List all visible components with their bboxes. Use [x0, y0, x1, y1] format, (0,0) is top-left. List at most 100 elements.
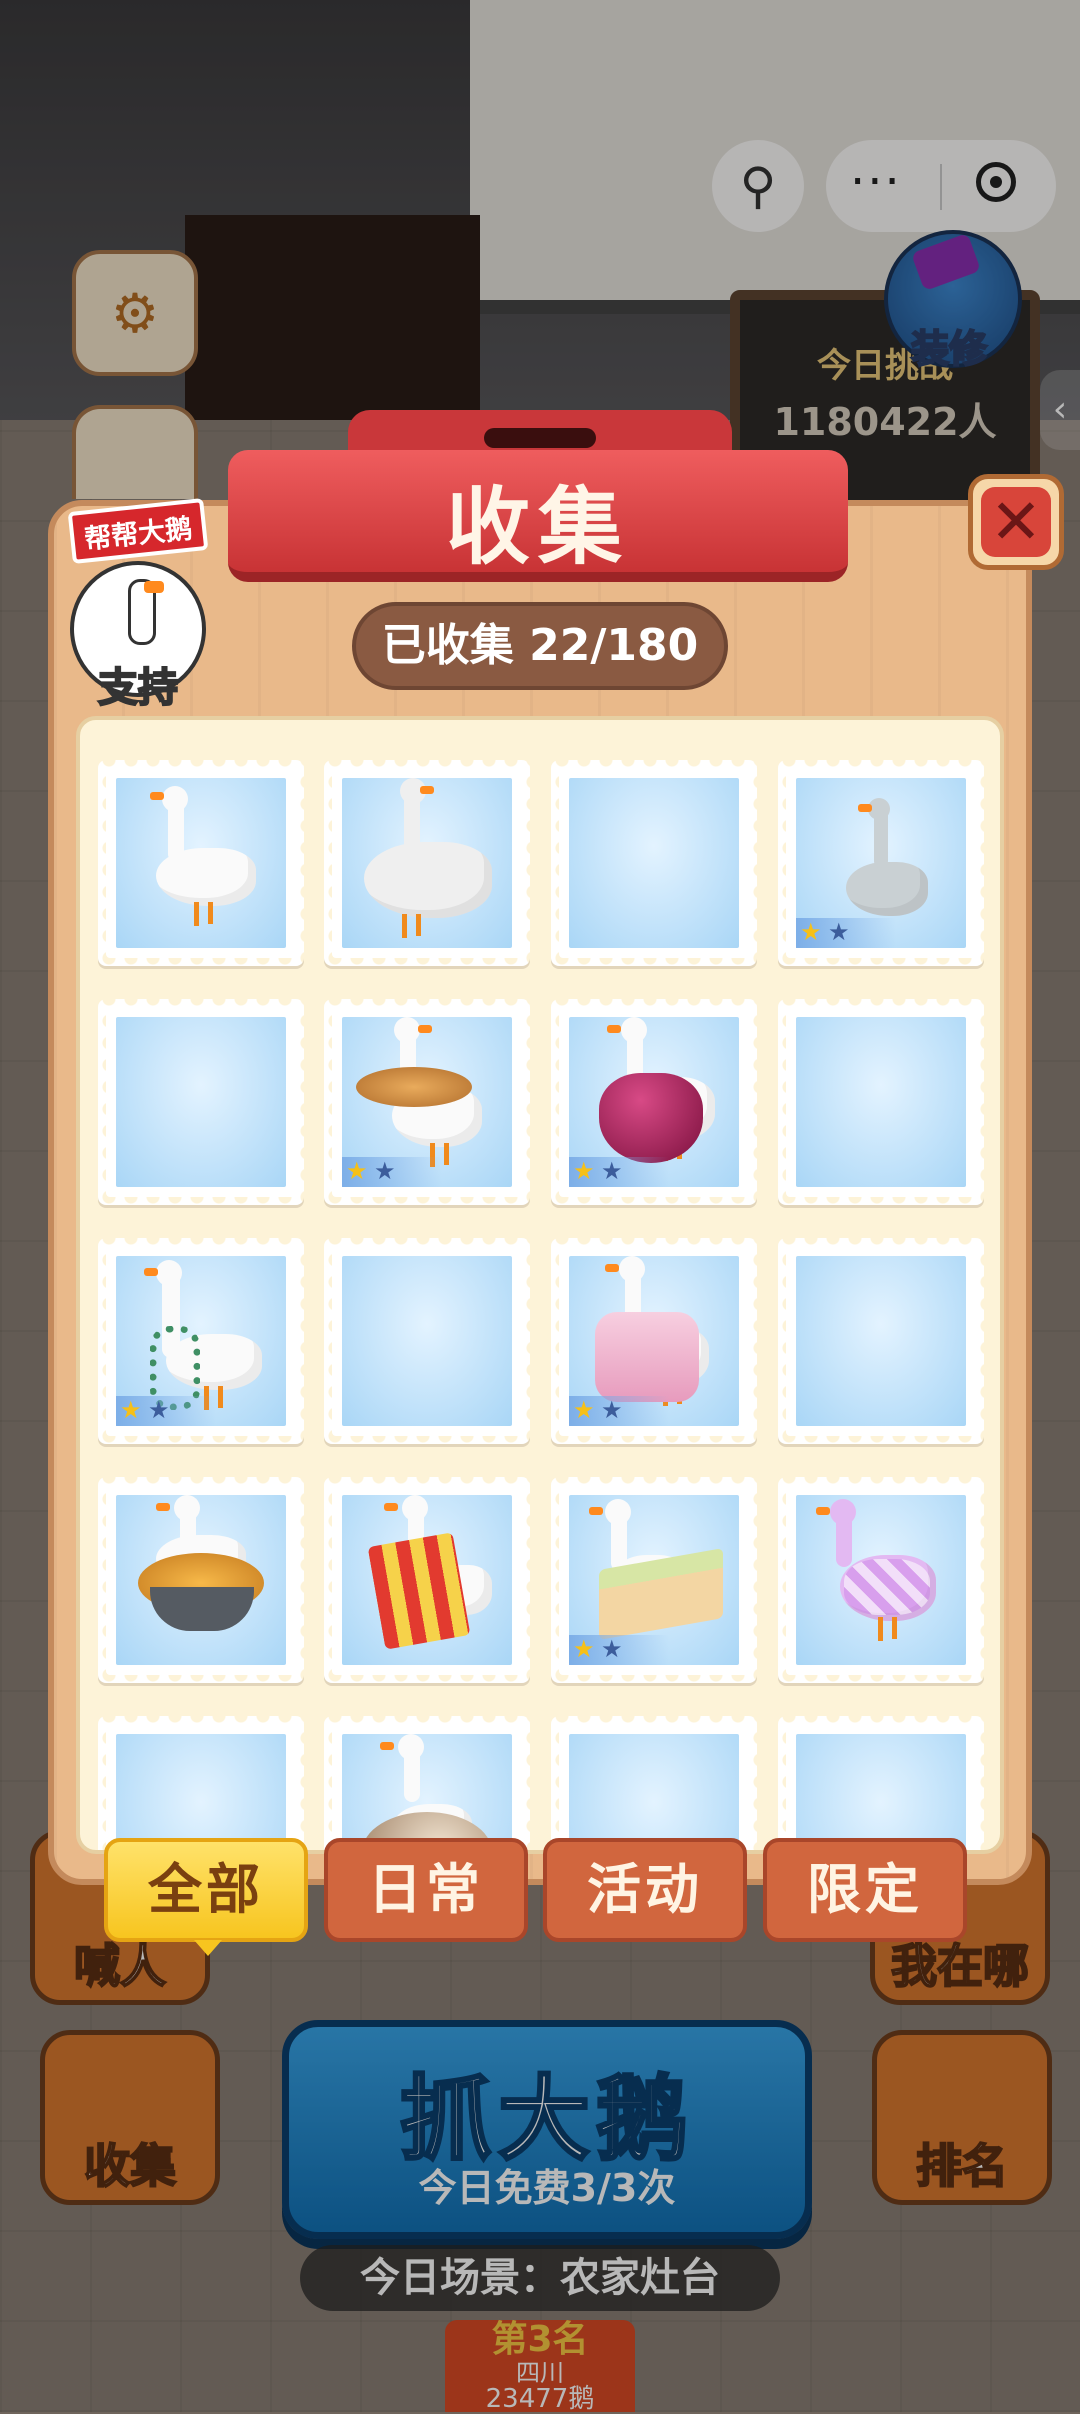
onion-prop	[599, 1073, 703, 1163]
goose-head	[605, 1499, 631, 1525]
stamp-picture	[796, 1734, 966, 1850]
goose-leg	[444, 1143, 449, 1165]
goose-figure	[116, 778, 286, 948]
support-label: 支持	[97, 664, 179, 712]
goose-beak	[144, 1268, 158, 1276]
goose-beak	[384, 1503, 398, 1511]
stamp-empty[interactable]	[551, 1716, 757, 1850]
goose-leg	[402, 914, 407, 938]
goose-head	[619, 1256, 645, 1282]
goose-leg	[878, 1617, 883, 1641]
star-icon: ★	[573, 1635, 595, 1663]
stamp-picture	[342, 1734, 512, 1850]
stamp-picture	[116, 778, 286, 948]
stamp-collected[interactable]	[324, 1716, 530, 1850]
stamp-collected[interactable]: ★ ★	[551, 1477, 757, 1683]
stamp-picture	[796, 1256, 966, 1426]
goose-beak	[607, 1025, 621, 1033]
stamp-empty[interactable]	[778, 999, 984, 1205]
stamp-collected[interactable]: ★ ★	[98, 1238, 304, 1444]
stamp-empty[interactable]	[778, 1238, 984, 1444]
goose-leg	[194, 902, 199, 926]
stamp-picture	[796, 1017, 966, 1187]
goose-beak	[605, 1264, 619, 1272]
goose-beak	[858, 804, 872, 812]
stars-badge: ★ ★	[569, 1157, 669, 1187]
goose-leg	[892, 1617, 897, 1639]
close-icon: ✕	[981, 487, 1051, 557]
stars-badge: ★ ★	[569, 1396, 669, 1426]
goose-beak	[150, 792, 164, 800]
panel-handle-slot	[484, 428, 596, 448]
goose-beak	[816, 1507, 830, 1515]
goose-figure	[342, 778, 512, 948]
stamp-picture	[116, 1017, 286, 1187]
goose-body	[846, 862, 928, 916]
stamp-collected[interactable]	[324, 760, 530, 966]
category-tabs: 全部 日常 活动 限定	[104, 1838, 984, 1956]
goose-head	[156, 1260, 182, 1286]
goose-head	[394, 1017, 420, 1043]
panel-title-banner: 收集	[228, 450, 848, 582]
stamp-empty[interactable]	[324, 1238, 530, 1444]
close-button[interactable]: ✕	[968, 474, 1064, 570]
goose-leg	[416, 914, 421, 936]
stamp-picture	[116, 1734, 286, 1850]
goose-beak	[144, 581, 164, 593]
star-icon: ★	[573, 1396, 595, 1424]
goose-beak	[156, 1503, 170, 1511]
tab-all[interactable]: 全部	[104, 1838, 308, 1956]
stamp-picture	[342, 1256, 512, 1426]
stamp-collected[interactable]	[98, 760, 304, 966]
stamp-picture	[116, 1495, 286, 1665]
tab-event[interactable]: 活动	[543, 1838, 747, 1942]
stamp-collected[interactable]	[98, 1477, 304, 1683]
goose-body	[364, 842, 492, 918]
stamp-empty[interactable]	[778, 1716, 984, 1850]
flatbread-prop	[356, 1067, 472, 1107]
stars-badge: ★ ★	[796, 918, 896, 948]
goose-head	[402, 1495, 428, 1521]
crystal-sheen-prop	[844, 1559, 930, 1615]
stamp-empty[interactable]	[98, 999, 304, 1205]
stamp-collected[interactable]	[778, 1477, 984, 1683]
stamp-picture	[342, 1495, 512, 1665]
stamp-collected[interactable]: ★ ★	[551, 999, 757, 1205]
stamp-empty[interactable]	[551, 760, 757, 966]
stamp-empty[interactable]	[98, 1716, 304, 1850]
star-icon: ★	[573, 1157, 595, 1185]
stamp-collected[interactable]	[324, 1477, 530, 1683]
goose-leg	[208, 902, 213, 924]
star-icon: ★	[148, 1396, 170, 1424]
goose-head	[174, 1495, 200, 1521]
stamp-collected[interactable]: ★ ★	[324, 999, 530, 1205]
stars-badge: ★ ★	[569, 1635, 669, 1665]
goose-head	[398, 1734, 424, 1760]
star-icon: ★	[120, 1396, 142, 1424]
stars-badge: ★ ★	[116, 1396, 216, 1426]
star-icon: ★	[828, 918, 850, 946]
goose-beak	[380, 1742, 394, 1750]
star-icon: ★	[346, 1157, 368, 1185]
star-icon: ★	[601, 1396, 623, 1424]
stamp-collected[interactable]: ★ ★	[778, 760, 984, 966]
stamp-picture	[342, 778, 512, 948]
stamp-picture	[796, 1495, 966, 1665]
tab-limited[interactable]: 限定	[763, 1838, 967, 1942]
star-icon: ★	[601, 1157, 623, 1185]
goose-beak	[420, 786, 434, 794]
fries-box-prop	[367, 1532, 471, 1650]
goose-beak	[418, 1025, 432, 1033]
stamp-picture	[569, 1734, 739, 1850]
goose-head	[830, 1499, 856, 1525]
stamp-collected[interactable]: ★ ★	[551, 1238, 757, 1444]
star-icon: ★	[601, 1635, 623, 1663]
tab-daily[interactable]: 日常	[324, 1838, 528, 1942]
star-icon: ★	[374, 1157, 396, 1185]
stars-badge: ★ ★	[342, 1157, 442, 1187]
stamp-grid: ★ ★ ★ ★ ★ ★ ★ ★ ★ ★ ★ ★	[76, 716, 1004, 1854]
goose-head	[621, 1017, 647, 1043]
support-goose-button[interactable]: 帮帮大鹅 支持	[64, 498, 209, 712]
panel-title: 收集	[445, 478, 630, 576]
support-flag: 帮帮大鹅	[67, 498, 209, 564]
